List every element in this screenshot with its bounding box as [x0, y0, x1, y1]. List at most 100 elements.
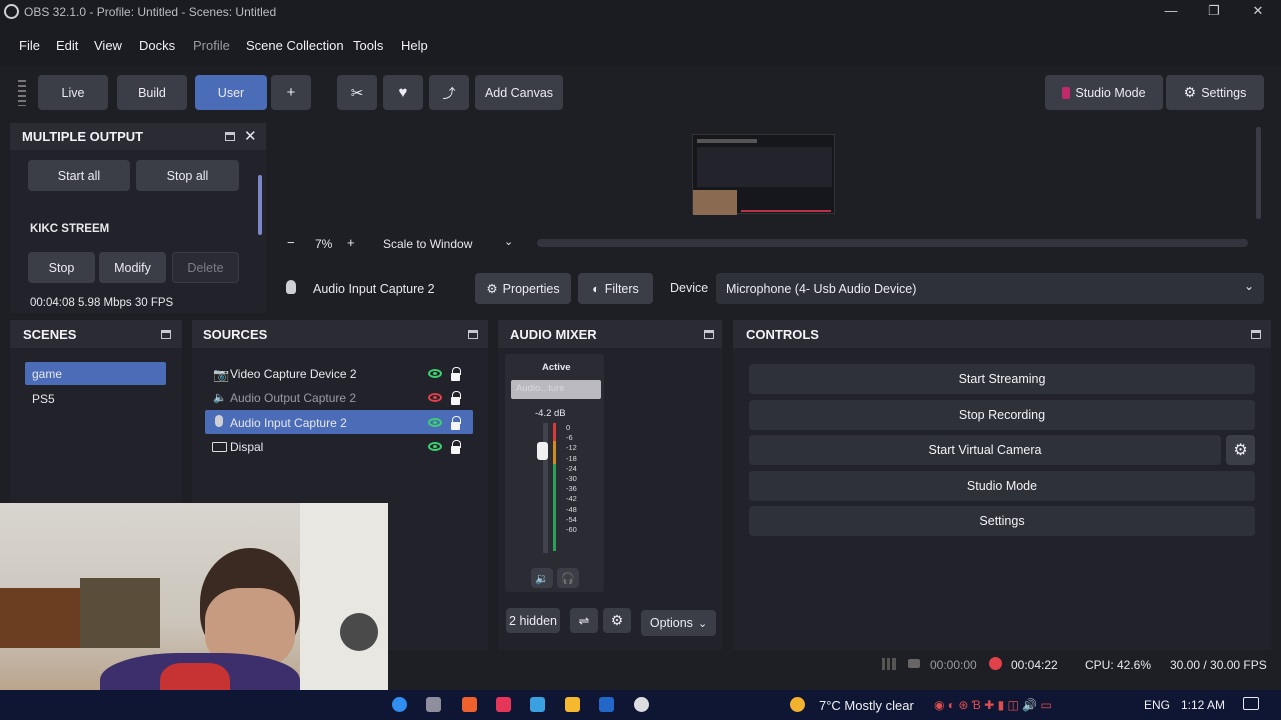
volume-slider[interactable] [537, 442, 548, 461]
meter-tick: -18 [566, 453, 577, 463]
favorite-button[interactable]: ♥ [383, 75, 423, 110]
zoom-in-button[interactable]: + [347, 235, 355, 250]
properties-button[interactable]: ⚙ Properties [475, 273, 571, 304]
stop-stream-button[interactable]: Stop [28, 252, 95, 283]
scene-item-game[interactable]: game [32, 367, 62, 381]
settings-control-button[interactable]: Settings [749, 506, 1255, 536]
filters-button[interactable]: ◐ Filters [578, 273, 653, 304]
hidden-channels-button[interactable]: 2 hidden [506, 608, 560, 633]
visibility-icon[interactable] [428, 418, 442, 427]
menu-help[interactable]: Help [401, 38, 428, 53]
preview-area[interactable] [279, 125, 1266, 225]
app-icon[interactable] [426, 697, 441, 712]
start-virtual-camera-button[interactable]: Start Virtual Camera [749, 435, 1221, 465]
channel-db: -4.2 dB [535, 408, 566, 419]
monitor-button[interactable]: 🎧 [557, 568, 579, 588]
scale-mode-select[interactable]: Scale to Window ⌄ [374, 231, 524, 256]
tools-button[interactable]: ✂ [337, 75, 377, 110]
minimize-icon[interactable]: — [1157, 2, 1185, 22]
user-button[interactable]: User [195, 75, 267, 110]
lock-icon[interactable] [451, 440, 461, 454]
filters-label: Filters [604, 281, 639, 296]
menu-profile[interactable]: Profile [193, 38, 230, 53]
settings-button[interactable]: ⚙ Settings [1166, 75, 1264, 110]
zoom-out-button[interactable]: − [287, 235, 295, 250]
preview-canvas[interactable] [692, 134, 835, 215]
menu-file[interactable]: File [19, 38, 40, 53]
add-mode-button[interactable]: + [271, 75, 311, 110]
menu-tools[interactable]: Tools [353, 38, 383, 53]
delete-stream-button[interactable]: Delete [172, 252, 239, 283]
folder-icon[interactable] [565, 697, 580, 712]
device-select[interactable]: Microphone (4- Usb Audio Device) ⌄ [716, 273, 1264, 304]
brave-icon[interactable] [462, 697, 477, 712]
mixer-layout-button[interactable]: ⇌ [570, 608, 598, 633]
mixer-settings-button[interactable]: ⚙ [603, 608, 631, 633]
lock-icon[interactable] [451, 416, 461, 430]
record-icon [989, 657, 1002, 670]
channel-name-select[interactable]: Audio...ture [511, 380, 601, 399]
studio-mode-control-button[interactable]: Studio Mode [749, 471, 1255, 501]
close-icon[interactable]: ✕ [1244, 2, 1272, 22]
start-all-button[interactable]: Start all [28, 160, 130, 191]
share-button[interactable]: ⤴ [429, 75, 469, 110]
undock-icon[interactable] [161, 330, 171, 339]
menu-view[interactable]: View [94, 38, 122, 53]
build-button[interactable]: Build [117, 75, 187, 110]
undock-icon[interactable] [225, 132, 235, 141]
stop-all-button[interactable]: Stop all [136, 160, 239, 191]
studio-mode-button[interactable]: Studio Mode [1045, 75, 1163, 110]
virtual-camera-settings-button[interactable]: ⚙ [1226, 435, 1255, 465]
preview-hscrollbar[interactable] [537, 239, 1248, 247]
add-canvas-button[interactable]: Add Canvas [475, 75, 563, 110]
close-dock-icon[interactable]: ✕ [244, 127, 257, 145]
language-indicator[interactable]: ENG [1144, 698, 1170, 712]
modify-stream-button[interactable]: Modify [99, 252, 166, 283]
dock-scrollbar[interactable] [258, 175, 262, 235]
live-button[interactable]: Live [38, 75, 108, 110]
source-item-video-capture[interactable]: Video Capture Device 2 [230, 367, 357, 381]
photos-icon[interactable] [496, 697, 511, 712]
stream-stats: 00:04:08 5.98 Mbps 30 FPS [30, 297, 174, 309]
zoom-level: 7% [315, 237, 333, 251]
meter-tick: -60 [566, 525, 577, 535]
studio-mode-icon [1062, 86, 1071, 99]
clock[interactable]: 1:12 AM [1181, 698, 1225, 712]
lock-icon[interactable] [451, 367, 461, 381]
source-item-audio-output[interactable]: Audio Output Capture 2 [230, 391, 356, 405]
discord-icon[interactable] [599, 697, 614, 712]
audio-meter [553, 423, 556, 551]
menu-edit[interactable]: Edit [56, 38, 78, 53]
menu-docks[interactable]: Docks [139, 38, 175, 53]
drag-handle-icon[interactable] [18, 80, 26, 106]
speaker-icon: 🔉 [535, 572, 549, 585]
lock-icon[interactable] [451, 391, 461, 405]
source-item-audio-input[interactable]: Audio Input Capture 2 [230, 416, 347, 430]
visibility-icon[interactable] [428, 369, 442, 378]
start-streaming-button[interactable]: Start Streaming [749, 364, 1255, 394]
audio-mixer-dock: AUDIO MIXER Active Audio...ture -4.2 dB … [498, 320, 722, 650]
store-icon[interactable] [530, 697, 545, 712]
meter-tick: -54 [566, 514, 577, 524]
maximize-icon[interactable]: ❐ [1200, 2, 1228, 22]
edge-icon[interactable] [392, 697, 407, 712]
hidden-icon[interactable] [428, 393, 442, 402]
share-icon: ⤴ [442, 86, 456, 101]
scene-item-ps5[interactable]: PS5 [32, 392, 55, 406]
undock-icon[interactable] [468, 330, 478, 339]
obs-taskbar-icon[interactable] [634, 697, 649, 712]
source-item-display[interactable]: Dispal [230, 440, 263, 454]
weather-text[interactable]: 7°C Mostly clear [819, 698, 914, 713]
menu-scene-collection[interactable]: Scene Collection [246, 38, 344, 53]
meter-scale: 0 -6 -12 -18 -24 -30 -36 -42 -48 -54 -60 [566, 423, 577, 535]
mute-button[interactable]: 🔉 [531, 568, 553, 588]
visibility-icon[interactable] [428, 442, 442, 451]
stop-recording-button[interactable]: Stop Recording [749, 400, 1255, 430]
undock-icon[interactable] [1251, 330, 1261, 339]
notification-icon[interactable] [1243, 697, 1259, 710]
tray-icons[interactable]: ◉ ◐ ⊛ Ɓ ✚ ▮ ◫ 🔊 ▭ [934, 698, 1052, 712]
options-button[interactable]: Options ⌄ [641, 610, 716, 636]
preview-scrollbar[interactable] [1256, 127, 1261, 219]
undock-icon[interactable] [704, 330, 714, 339]
meter-tick: -6 [566, 433, 573, 443]
